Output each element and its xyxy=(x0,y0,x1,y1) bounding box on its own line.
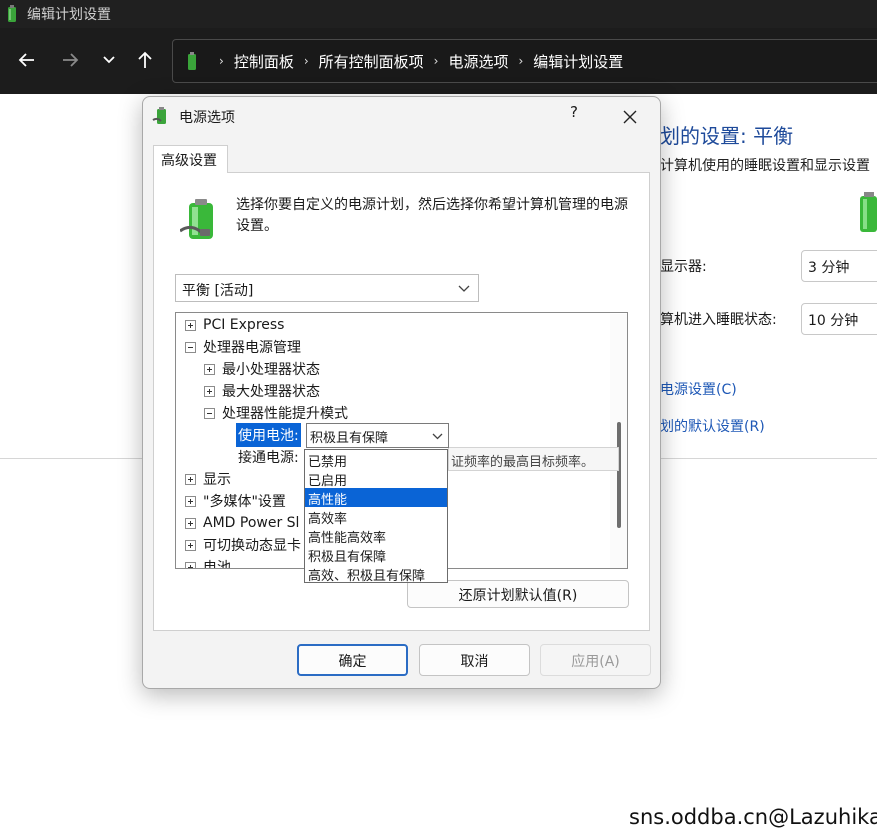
tree-item-pci-express[interactable]: PCI Express xyxy=(185,314,284,336)
apply-button[interactable]: 应用(A) xyxy=(540,644,651,676)
expand-icon[interactable] xyxy=(185,539,196,551)
scrollbar-thumb[interactable] xyxy=(617,422,621,528)
restore-plan-defaults-button[interactable]: 还原计划默认值(R) xyxy=(407,580,629,608)
chevron-down-icon xyxy=(103,56,115,64)
tree-item-amd-power[interactable]: AMD Power Sl xyxy=(185,512,299,534)
watermark: sns.oddba.cn@Lazuhika xyxy=(629,805,877,829)
up-button[interactable] xyxy=(131,46,159,74)
power-options-dialog: 电源选项 ? 高级设置 选择你要自定义的电源计划，然后选择你希望计算机管理的电源… xyxy=(142,96,661,689)
tree-item-boost-mode[interactable]: 处理器性能提升模式 xyxy=(204,402,348,424)
expand-icon[interactable] xyxy=(204,363,215,375)
chevron-down-icon xyxy=(432,433,443,440)
advanced-power-settings-link[interactable]: 电源设置(C) xyxy=(660,379,737,399)
boost-mode-dropdown: 已禁用 已启用 高性能 高效率 高性能高效率 积极且有保障 高效、积极且有保障 xyxy=(304,449,448,584)
sleep-timeout-select[interactable]: 10 分钟 xyxy=(801,303,877,335)
tree-item-battery[interactable]: 电池 xyxy=(185,556,231,568)
navigation-bar: › 控制面板 › 所有控制面板项 › 电源选项 › 编辑计划设置 xyxy=(0,28,877,94)
chevron-right-icon: › xyxy=(433,54,439,68)
expand-icon[interactable] xyxy=(185,517,196,529)
window-title: 编辑计划设置 xyxy=(27,7,111,23)
expand-icon[interactable] xyxy=(185,473,196,485)
on-battery-label[interactable]: 使用电池: xyxy=(236,423,301,447)
tree-item-multimedia[interactable]: "多媒体"设置 xyxy=(185,490,286,512)
collapse-icon[interactable] xyxy=(185,341,196,353)
tree-item-min-processor-state[interactable]: 最小处理器状态 xyxy=(204,358,320,380)
breadcrumb-power-options[interactable]: 电源选项 xyxy=(448,51,508,72)
dropdown-option-high-perf-efficient[interactable]: 高性能高效率 xyxy=(305,526,447,546)
dialog-title: 电源选项 xyxy=(179,110,235,126)
dropdown-option-high-performance[interactable]: 高性能 xyxy=(305,488,447,508)
breadcrumb-control-panel[interactable]: 控制面板 xyxy=(234,51,294,72)
battery-plug-icon xyxy=(180,199,213,239)
chevron-right-icon: › xyxy=(518,54,524,68)
display-timeout-label: 显示器: xyxy=(660,259,707,275)
dropdown-option-aggressive-guaranteed[interactable]: 积极且有保障 xyxy=(305,545,447,565)
plugged-in-label[interactable]: 接通电源: xyxy=(238,446,299,468)
chevron-down-icon xyxy=(458,285,470,292)
power-options-icon xyxy=(152,107,166,124)
display-timeout-select[interactable]: 3 分钟 xyxy=(801,250,877,282)
tree-scrollbar[interactable] xyxy=(610,314,627,568)
dropdown-option-enabled[interactable]: 已启用 xyxy=(305,469,447,489)
tree-item-max-processor-state[interactable]: 最大处理器状态 xyxy=(204,380,320,402)
expand-icon[interactable] xyxy=(185,319,196,331)
arrow-right-icon xyxy=(63,53,79,67)
expand-icon[interactable] xyxy=(185,495,196,507)
restore-defaults-link[interactable]: 划的默认设置(R) xyxy=(660,416,765,436)
chevron-right-icon: › xyxy=(219,54,224,68)
power-plan-select[interactable]: 平衡 [活动] xyxy=(175,274,479,302)
tree-item-processor-power[interactable]: 处理器电源管理 xyxy=(185,336,301,358)
expand-icon[interactable] xyxy=(185,561,196,568)
ok-button[interactable]: 确定 xyxy=(297,644,408,676)
dropdown-option-efficient-aggressive-guaranteed[interactable]: 高效、积极且有保障 xyxy=(305,564,447,584)
page-title: 划的设置: 平衡 xyxy=(660,124,794,148)
on-battery-value: 积极且有保障 xyxy=(310,431,389,446)
collapse-icon[interactable] xyxy=(204,407,215,419)
on-battery-combo[interactable]: 积极且有保障 xyxy=(306,423,449,448)
help-button[interactable]: ? xyxy=(563,103,585,127)
expand-icon[interactable] xyxy=(204,385,215,397)
tree-item-display[interactable]: 显示 xyxy=(185,468,231,490)
battery-app-icon xyxy=(8,5,16,22)
arrow-left-icon xyxy=(18,53,34,67)
breadcrumb-edit-plan[interactable]: 编辑计划设置 xyxy=(533,51,623,72)
address-bar[interactable]: › 控制面板 › 所有控制面板项 › 电源选项 › 编辑计划设置 xyxy=(172,39,877,83)
recent-locations-button[interactable] xyxy=(95,46,123,74)
sleep-timeout-label: 算机进入睡眠状态: xyxy=(660,312,777,328)
window-titlebar: 编辑计划设置 xyxy=(0,0,877,28)
dropdown-option-efficient[interactable]: 高效率 xyxy=(305,507,447,527)
breadcrumb-all-items[interactable]: 所有控制面板项 xyxy=(319,51,424,72)
close-button[interactable] xyxy=(617,105,643,129)
chevron-right-icon: › xyxy=(303,54,309,68)
battery-icon xyxy=(860,192,877,232)
tree-item-switchable-graphics[interactable]: 可切换动态显卡 xyxy=(185,534,301,556)
battery-icon xyxy=(188,52,196,70)
setting-tooltip: 证频率的最高目标频率。 xyxy=(448,447,619,471)
arrow-up-icon xyxy=(138,51,152,68)
close-icon xyxy=(623,110,637,124)
page-description: 计算机使用的睡眠设置和显示设置 xyxy=(660,158,870,174)
cancel-button[interactable]: 取消 xyxy=(419,644,530,676)
intro-text: 选择你要自定义的电源计划，然后选择你希望计算机管理的电源设置。 xyxy=(236,197,628,234)
tab-advanced-settings[interactable]: 高级设置 xyxy=(153,145,228,173)
forward-button[interactable] xyxy=(56,46,84,74)
back-button[interactable] xyxy=(13,46,41,74)
power-plan-selected: 平衡 [活动] xyxy=(182,283,254,299)
dropdown-option-disabled[interactable]: 已禁用 xyxy=(305,450,447,470)
